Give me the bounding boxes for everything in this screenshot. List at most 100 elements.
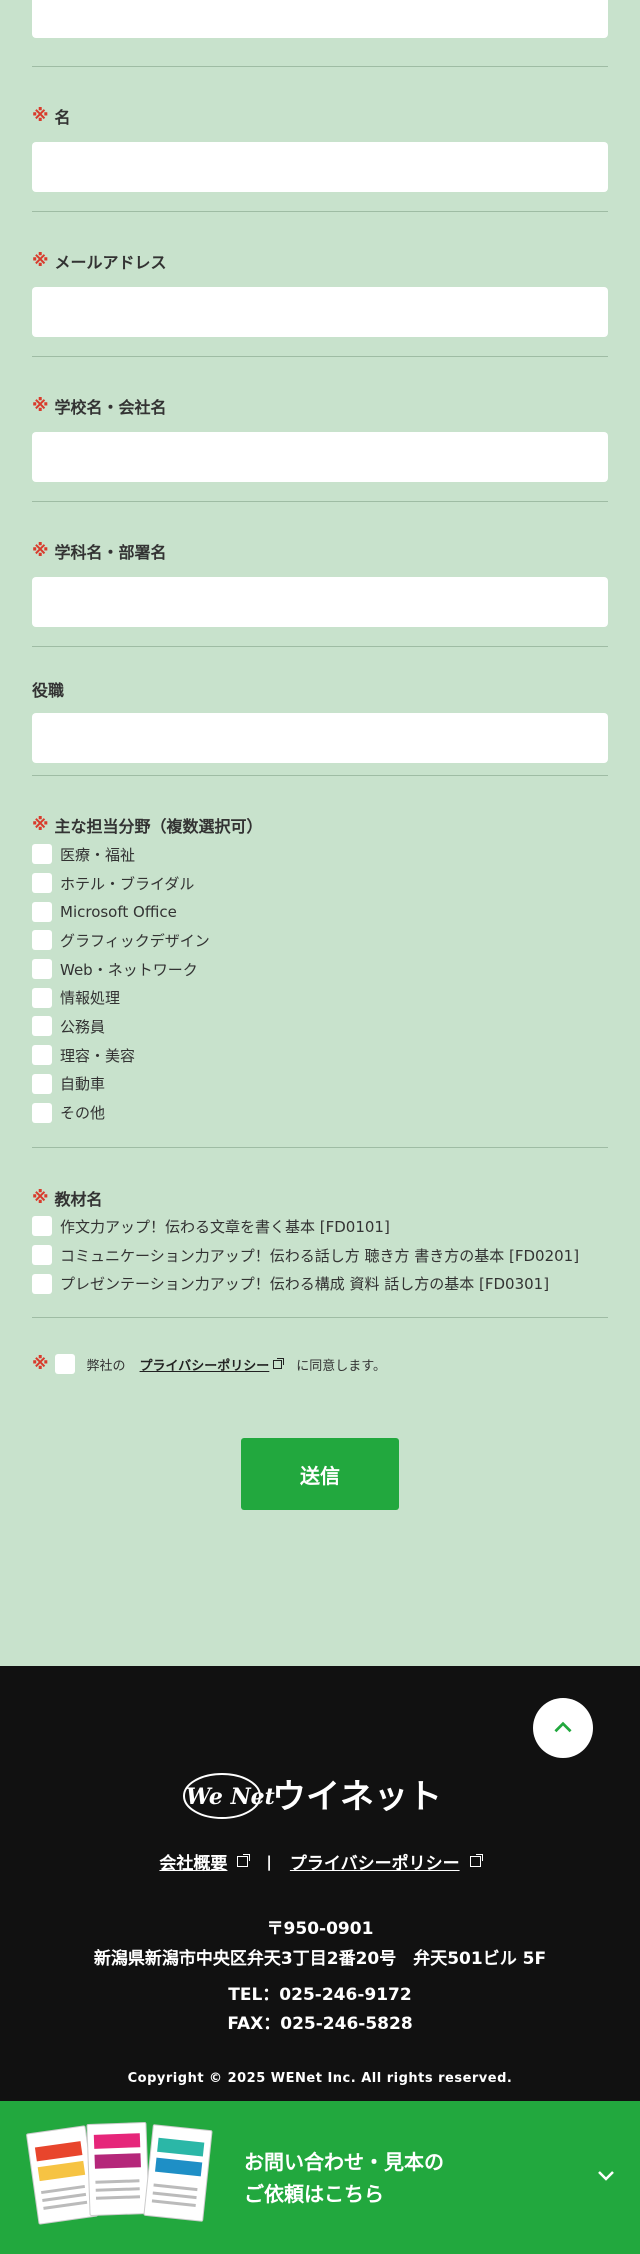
back-to-top-button[interactable] — [533, 1698, 593, 1758]
area-option-office[interactable]: Microsoft Office — [32, 897, 608, 926]
option-label: ホテル・ブライダル — [60, 874, 195, 893]
checkbox[interactable] — [32, 1045, 52, 1066]
checkbox[interactable] — [32, 930, 52, 951]
checkbox[interactable] — [32, 1073, 52, 1094]
option-label: 情報処理 — [60, 989, 121, 1008]
option-label: Web・ネットワーク — [60, 960, 198, 979]
checkbox[interactable] — [32, 1273, 52, 1294]
link-text: プライバシーポリシー — [139, 1358, 270, 1374]
option-label: 理容・美容 — [60, 1046, 136, 1065]
school-company-input[interactable] — [32, 432, 608, 482]
cta-line2: ご依頼はこちら — [244, 2182, 384, 2206]
checkbox[interactable] — [32, 987, 52, 1008]
checkbox[interactable] — [32, 1102, 52, 1123]
required-mark: ※ — [32, 815, 49, 835]
required-mark: ※ — [32, 1354, 49, 1374]
areas-field: ※ 主な担当分野（複数選択可） — [32, 813, 608, 837]
checkbox[interactable] — [32, 901, 52, 922]
book-thumbnail — [86, 2121, 150, 2217]
areas-label: ※ 主な担当分野（複数選択可） — [32, 813, 608, 837]
agree-suffix: に同意します。 — [296, 1358, 386, 1374]
label-text: 名 — [54, 108, 71, 127]
school-company-label: ※ 学校名・会社名 — [32, 394, 608, 418]
material-option-fd0201[interactable]: コミュニケーション力アップ！伝わる話し方 聴き方 書き方の基本 [FD0201] — [32, 1241, 608, 1270]
copyright: Copyright © 2025 WENet Inc. All rights r… — [127, 2071, 513, 2086]
area-option-graphic[interactable]: グラフィックデザイン — [32, 926, 608, 955]
cta-line1: お問い合わせ・見本の — [244, 2150, 444, 2174]
footer-links: 会社概要 | プライバシーポリシー — [0, 1849, 640, 1874]
svg-text:ウイネット: ウイネット — [272, 1777, 442, 1817]
email-label: ※ メールアドレス — [32, 249, 608, 273]
label-text: 主な担当分野（複数選択可） — [54, 817, 263, 836]
checkbox[interactable] — [32, 1216, 52, 1237]
materials-field: ※ 教材名 — [32, 1186, 608, 1210]
phone: TEL：025-246-9172 — [228, 1985, 412, 2005]
required-mark: ※ — [32, 396, 49, 416]
area-option-medical[interactable]: 医療・福祉 — [32, 840, 608, 869]
divider — [32, 211, 608, 212]
required-mark: ※ — [32, 251, 49, 271]
label-text: 学科名・部署名 — [54, 543, 167, 562]
area-option-civil[interactable]: 公務員 — [32, 1012, 608, 1041]
department-input[interactable] — [32, 577, 608, 627]
area-option-other[interactable]: その他 — [32, 1098, 608, 1127]
checkbox[interactable] — [32, 1245, 52, 1266]
contact-cta-banner[interactable]: お問い合わせ・見本の ご依頼はこちら — [0, 2101, 640, 2254]
external-link-icon — [273, 1357, 285, 1369]
material-option-fd0301[interactable]: プレゼンテーション力アップ！伝わる構成 資料 話し方の基本 [FD0301] — [32, 1269, 608, 1298]
area-option-info[interactable]: 情報処理 — [32, 983, 608, 1012]
area-option-hotel[interactable]: ホテル・ブライダル — [32, 869, 608, 898]
option-label: 公務員 — [60, 1017, 106, 1036]
contact-form: ※ 名 ※ メールアドレス ※ 学校名・会社名 ※ 学科名・部署名 役職 ※ 主な担当分野… — [0, 0, 640, 1666]
last-name-field — [32, 0, 608, 38]
link-text: 会社概要 — [159, 1854, 228, 1874]
material-option-fd0101[interactable]: 作文力アップ！伝わる文章を書く基本 [FD0101] — [32, 1212, 608, 1241]
label-text: メールアドレス — [54, 253, 167, 272]
postal-code: 〒950-0901 — [266, 1919, 374, 1939]
checkbox[interactable] — [32, 873, 52, 894]
divider — [32, 501, 608, 502]
agree-checkbox[interactable] — [54, 1354, 75, 1374]
position-input[interactable] — [32, 713, 608, 763]
divider — [32, 66, 608, 67]
label-text: 役職 — [32, 681, 65, 700]
areas-checklist: 医療・福祉 ホテル・ブライダル Microsoft Office グラフィックデ… — [32, 840, 608, 1127]
area-option-auto[interactable]: 自動車 — [32, 1070, 608, 1099]
label-text: 学校名・会社名 — [54, 398, 167, 417]
first-name-input[interactable] — [32, 142, 608, 192]
divider — [32, 356, 608, 357]
first-name-field: ※ 名 — [32, 104, 608, 192]
first-name-label: ※ 名 — [32, 104, 608, 128]
external-link-icon — [469, 1854, 483, 1867]
link-text: プライバシーポリシー — [289, 1854, 460, 1874]
divider — [32, 1317, 608, 1318]
checkbox[interactable] — [32, 844, 52, 865]
last-name-input[interactable] — [32, 0, 608, 38]
link-separator: | — [266, 1852, 272, 1871]
department-label: ※ 学科名・部署名 — [32, 539, 608, 563]
divider — [32, 775, 608, 776]
area-option-beauty[interactable]: 理容・美容 — [32, 1041, 608, 1070]
email-input[interactable] — [32, 287, 608, 337]
checkbox[interactable] — [32, 1016, 52, 1037]
cta-text: お問い合わせ・見本の ご依頼はこちら — [244, 2146, 444, 2210]
materials-checklist: 作文力アップ！伝わる文章を書く基本 [FD0101] コミュニケーション力アップ… — [32, 1212, 608, 1298]
company-logo: We Net ウイネット — [183, 1773, 442, 1819]
fax: FAX：025-246-5828 — [227, 2014, 413, 2034]
privacy-agreement: ※ 弊社の プライバシーポリシー に同意します。 — [32, 1354, 386, 1374]
divider — [32, 1147, 608, 1148]
required-mark: ※ — [32, 541, 49, 561]
footer-privacy-policy-link[interactable]: プライバシーポリシー — [289, 1849, 483, 1874]
label-text: 教材名 — [54, 1190, 103, 1209]
area-option-web[interactable]: Web・ネットワーク — [32, 955, 608, 984]
divider — [32, 646, 608, 647]
company-info-link[interactable]: 会社概要 — [159, 1849, 251, 1874]
position-field: 役職 — [32, 677, 608, 763]
option-label: 医療・福祉 — [60, 845, 136, 864]
book-thumbnail — [143, 2124, 213, 2222]
checkbox[interactable] — [32, 959, 52, 980]
privacy-policy-link[interactable]: プライバシーポリシー — [139, 1355, 285, 1374]
submit-button[interactable]: 送信 — [241, 1438, 399, 1510]
option-label: プレゼンテーション力アップ！伝わる構成 資料 話し方の基本 [FD0301] — [60, 1275, 550, 1294]
agree-prefix: 弊社の — [86, 1358, 126, 1374]
